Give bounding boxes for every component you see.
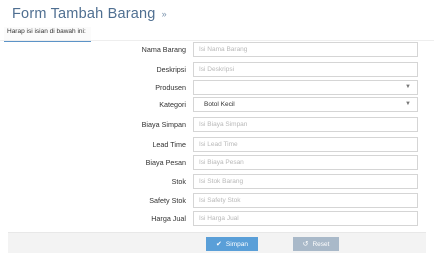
kategori-select[interactable]: Botol Kecil ▼	[193, 97, 418, 112]
form-row-harga-jual: Harga Jual	[0, 211, 434, 228]
label-produsen: Produsen	[155, 83, 186, 92]
label-lead-time: Lead Time	[152, 140, 186, 149]
biaya-simpan-input[interactable]	[193, 117, 418, 132]
caret-down-icon: ▼	[405, 101, 411, 107]
save-button-label: Simpan	[225, 240, 248, 248]
reset-button[interactable]: ↺ Reset	[293, 237, 339, 251]
lead-time-input[interactable]	[193, 137, 418, 152]
reset-button-label: Reset	[312, 240, 330, 248]
double-chevron-right-icon: »	[161, 9, 167, 19]
form-row-kategori: Kategori Botol Kecil ▼	[0, 97, 434, 114]
label-kategori: Kategori	[159, 100, 186, 109]
page-title-text: Form Tambah Barang	[12, 6, 156, 22]
divider	[0, 40, 434, 41]
form-row-nama-barang: Nama Barang	[0, 42, 434, 59]
stok-input[interactable]	[193, 174, 418, 189]
kategori-value: Botol Kecil	[204, 101, 235, 108]
label-safety-stok: Safety Stok	[149, 196, 186, 205]
form-row-biaya-pesan: Biaya Pesan	[0, 155, 434, 172]
form-row-produsen: Produsen ▼	[0, 80, 434, 97]
form-row-safety-stok: Safety Stok	[0, 193, 434, 210]
check-icon: ✔	[216, 241, 222, 248]
undo-icon: ↺	[302, 241, 309, 248]
biaya-pesan-input[interactable]	[193, 155, 418, 170]
form-actions: ✔ Simpan ↺ Reset	[8, 232, 426, 253]
label-biaya-simpan: Biaya Simpan	[141, 120, 186, 129]
save-button[interactable]: ✔ Simpan	[206, 237, 258, 251]
label-harga-jual: Harga Jual	[151, 214, 186, 223]
label-nama-barang: Nama Barang	[141, 45, 186, 54]
form-row-biaya-simpan: Biaya Simpan	[0, 117, 434, 134]
form-row-deskripsi: Deskripsi	[0, 62, 434, 79]
label-biaya-pesan: Biaya Pesan	[145, 158, 186, 167]
form-row-lead-time: Lead Time	[0, 137, 434, 154]
label-deskripsi: Deskripsi	[156, 65, 186, 74]
nama-barang-input[interactable]	[193, 42, 418, 57]
form-row-stok: Stok	[0, 174, 434, 191]
label-stok: Stok	[171, 177, 186, 186]
produsen-select[interactable]: ▼	[193, 80, 418, 95]
harga-jual-input[interactable]	[193, 211, 418, 226]
deskripsi-input[interactable]	[193, 62, 418, 77]
page-title: Form Tambah Barang »	[12, 6, 167, 22]
caret-down-icon: ▼	[405, 84, 411, 90]
safety-stok-input[interactable]	[193, 193, 418, 208]
